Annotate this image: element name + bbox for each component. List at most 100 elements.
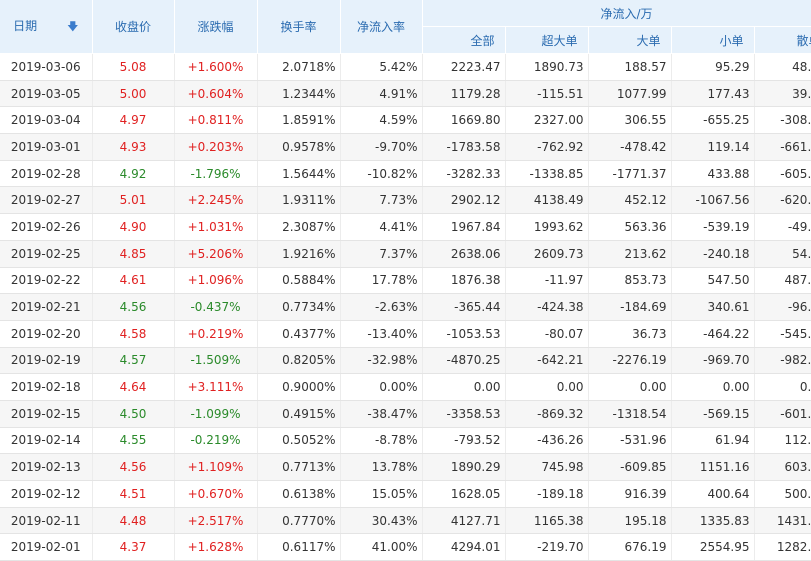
cell-super-large: 2609.73 [505,240,589,268]
cell-super-large: -80.07 [505,320,589,348]
table-row: 2019-02-11 4.48 +2.517% 0.7770% 30.43% 4127.7… [0,507,811,535]
cell-inflow-rate: 5.42% [340,53,423,81]
cell-super-large: -11.97 [505,267,589,295]
header-retail[interactable]: 散单 [754,26,811,54]
cell-change: +1.096% [174,267,258,295]
header-change[interactable]: 涨跌幅 [174,0,258,54]
cell-date: 2019-02-20 [0,320,93,348]
cell-large: 452.12 [588,186,672,215]
cell-inflow-rate: 4.41% [340,213,423,241]
header-super-large[interactable]: 超大单 [505,26,589,54]
cell-large: 563.36 [588,213,672,241]
cell-change: +2.245% [174,186,258,215]
cell-change: +5.206% [174,240,258,268]
cell-close: 4.97 [92,106,175,135]
cell-turnover: 0.7770% [257,507,341,535]
cell-super-large: -642.21 [505,347,589,375]
table-row: 2019-02-28 4.92 -1.796% 1.5644% -10.82% -3282… [0,160,811,188]
cell-all: -1783.58 [422,133,506,161]
cell-large: -2276.19 [588,347,672,375]
cell-small: 95.29 [671,53,755,81]
cell-super-large: -219.70 [505,533,589,561]
header-large[interactable]: 大单 [588,26,672,54]
cell-inflow-rate: 4.91% [340,80,423,108]
cell-large: -609.85 [588,453,672,481]
cell-all: 1876.38 [422,267,506,295]
cell-retail: 603.01 [754,453,811,481]
cell-inflow-rate: -8.78% [340,427,423,455]
cell-close: 5.01 [92,186,175,215]
cell-small: 547.50 [671,267,755,295]
table-row: 2019-02-15 4.50 -1.099% 0.4915% -38.47% -3358… [0,400,811,428]
cell-retail: -661.39 [754,133,811,161]
cell-large: -478.42 [588,133,672,161]
cell-all: 2638.06 [422,240,506,268]
cell-change: -1.099% [174,400,258,428]
table-row: 2019-03-06 5.08 +1.600% 2.0718% 5.42% 2223.47… [0,53,811,81]
cell-all: -365.44 [422,293,506,321]
cell-date: 2019-02-13 [0,453,93,481]
cell-super-large: 0.00 [505,373,589,401]
cell-inflow-rate: 0.00% [340,373,423,401]
cell-turnover: 0.9000% [257,373,341,401]
cell-date: 2019-03-06 [0,53,93,81]
header-close[interactable]: 收盘价 [92,0,175,54]
table-row: 2019-02-20 4.58 +0.219% 0.4377% -13.40% -1053… [0,320,811,348]
cell-change: -1.509% [174,347,258,375]
cell-close: 4.64 [92,373,175,401]
cell-date: 2019-02-11 [0,507,93,535]
header-date[interactable]: 日期 🡇 [0,0,93,54]
cell-inflow-rate: 13.78% [340,453,423,481]
cell-close: 4.93 [92,133,175,161]
cell-super-large: -762.92 [505,133,589,161]
header-all[interactable]: 全部 [422,26,506,54]
cell-super-large: -424.38 [505,293,589,321]
cell-date: 2019-03-05 [0,80,93,108]
money-flow-table: 日期 🡇 收盘价 涨跌幅 换手率 净流入率 净流入/万 全部 超大单 大单 小单 … [0,0,811,561]
cell-retail: 500.20 [754,480,811,508]
cell-date: 2019-02-18 [0,373,93,401]
cell-turnover: 0.7713% [257,453,341,481]
cell-close: 4.56 [92,453,175,481]
cell-small: 1335.83 [671,507,755,535]
cell-change: -0.437% [174,293,258,321]
cell-super-large: -869.32 [505,400,589,428]
cell-change: +1.109% [174,453,258,481]
table-row: 2019-02-12 4.51 +0.670% 0.6138% 15.05% 1628.0… [0,480,811,508]
cell-inflow-rate: 15.05% [340,480,423,508]
cell-large: -1318.54 [588,400,672,428]
cell-all: -3282.33 [422,160,506,188]
cell-small: -464.22 [671,320,755,348]
cell-all: 4294.01 [422,533,506,561]
cell-large: 853.73 [588,267,672,295]
cell-inflow-rate: -9.70% [340,133,423,161]
cell-change: +1.600% [174,53,258,81]
cell-turnover: 1.9311% [257,186,341,215]
cell-close: 4.56 [92,293,175,321]
cell-all: -3358.53 [422,400,506,428]
cell-retail: -49.95 [754,213,811,241]
table-row: 2019-02-18 4.64 +3.111% 0.9000% 0.00% 0.00 0.0… [0,373,811,401]
header-turnover[interactable]: 换手率 [257,0,341,54]
table-row: 2019-02-25 4.85 +5.206% 1.9216% 7.37% 2638.06… [0,240,811,268]
cell-small: 433.88 [671,160,755,188]
table-row: 2019-03-05 5.00 +0.604% 1.2344% 4.91% 1179.28… [0,80,811,108]
cell-all: 1669.80 [422,106,506,135]
header-date-label: 日期 [13,18,38,33]
cell-date: 2019-02-27 [0,186,93,215]
cell-turnover: 1.8591% [257,106,341,135]
cell-close: 4.57 [92,347,175,375]
cell-super-large: 1993.62 [505,213,589,241]
cell-turnover: 0.7734% [257,293,341,321]
sort-down-icon[interactable]: 🡇 [67,20,78,33]
cell-inflow-rate: -13.40% [340,320,423,348]
cell-inflow-rate: 7.73% [340,186,423,215]
cell-large: -1771.37 [588,160,672,188]
cell-turnover: 0.6117% [257,533,341,561]
header-inflow-rate[interactable]: 净流入率 [340,0,423,54]
header-small[interactable]: 小单 [671,26,755,54]
cell-small: 177.43 [671,80,755,108]
cell-close: 4.85 [92,240,175,268]
cell-super-large: 2327.00 [505,106,589,135]
cell-close: 4.61 [92,267,175,295]
